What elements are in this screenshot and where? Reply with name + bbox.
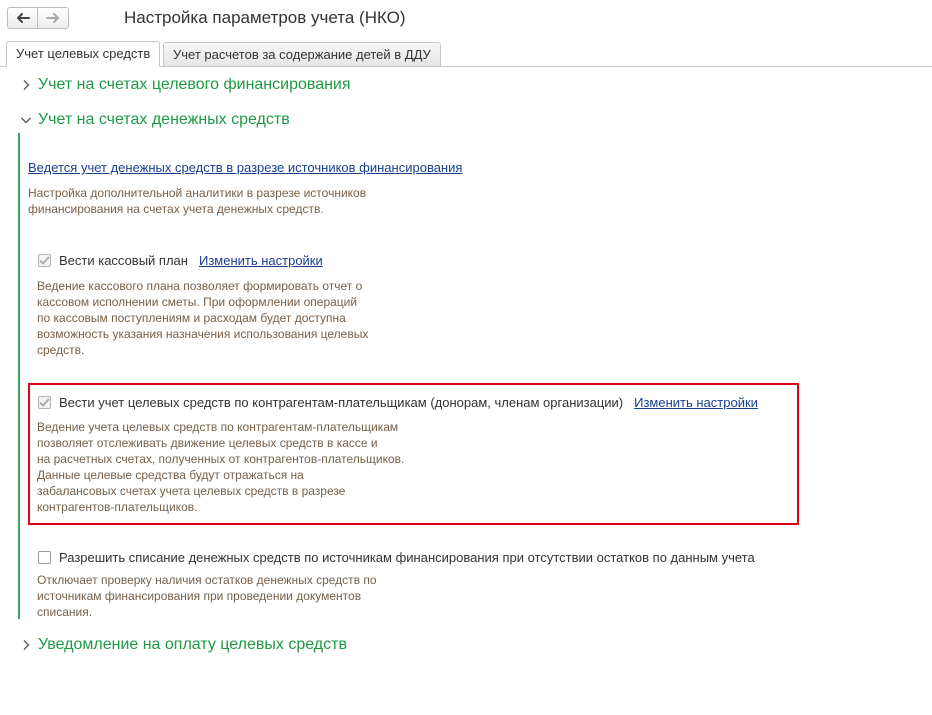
- tab-child-care-settlements[interactable]: Учет расчетов за содержание детей в ДДУ: [163, 42, 441, 67]
- payers-accounting-label[interactable]: Вести учет целевых средств по контрагент…: [59, 395, 623, 410]
- payers-accounting-option: Вести учет целевых средств по контрагент…: [38, 395, 758, 410]
- section-title: Учет на счетах денежных средств: [38, 111, 290, 128]
- chevron-right-icon: [23, 640, 30, 650]
- section-target-financing-accounts[interactable]: Учет на счетах целевого финансирования: [20, 76, 351, 94]
- tab-target-funds[interactable]: Учет целевых средств: [6, 41, 161, 67]
- checkmark-icon: [39, 398, 50, 407]
- cash-plan-settings-link[interactable]: Изменить настройки: [199, 253, 323, 268]
- payers-accounting-checkbox[interactable]: [38, 396, 51, 409]
- cash-plan-checkbox[interactable]: [38, 254, 51, 267]
- cash-by-source-description: Настройка дополнительной аналитики в раз…: [28, 186, 367, 216]
- forward-button[interactable]: [38, 7, 69, 29]
- allow-writeoff-option: Разрешить списание денежных средств по и…: [38, 550, 755, 565]
- payers-accounting-description: Ведение учета целевых средств по контраг…: [37, 420, 405, 514]
- chevron-down-icon: [21, 117, 31, 124]
- page-title: Настройка параметров учета (НКО): [124, 8, 406, 27]
- checkmark-icon: [39, 256, 50, 265]
- section-payment-notification[interactable]: Уведомление на оплату целевых средств: [20, 636, 347, 654]
- cash-plan-option: Вести кассовый план Изменить настройки: [38, 253, 323, 268]
- section-title: Уведомление на оплату целевых средств: [38, 636, 347, 653]
- cash-plan-description: Ведение кассового плана позволяет формир…: [37, 279, 369, 357]
- section-cash-accounts[interactable]: Учет на счетах денежных средств: [20, 111, 290, 129]
- cash-by-source-link[interactable]: Ведется учет денежных средств в разрезе …: [28, 160, 462, 175]
- back-button[interactable]: [7, 7, 38, 29]
- allow-writeoff-checkbox[interactable]: [38, 551, 51, 564]
- allow-writeoff-label[interactable]: Разрешить списание денежных средств по и…: [59, 550, 755, 565]
- section-title: Учет на счетах целевого финансирования: [38, 76, 351, 93]
- arrow-left-icon: [16, 13, 30, 23]
- allow-writeoff-description: Отключает проверку наличия остатков дене…: [37, 573, 377, 619]
- cash-plan-label[interactable]: Вести кассовый план: [59, 253, 188, 268]
- payers-settings-link[interactable]: Изменить настройки: [634, 395, 758, 410]
- chevron-right-icon: [23, 80, 30, 90]
- group-indicator-line: [18, 133, 20, 619]
- arrow-right-icon: [46, 13, 59, 23]
